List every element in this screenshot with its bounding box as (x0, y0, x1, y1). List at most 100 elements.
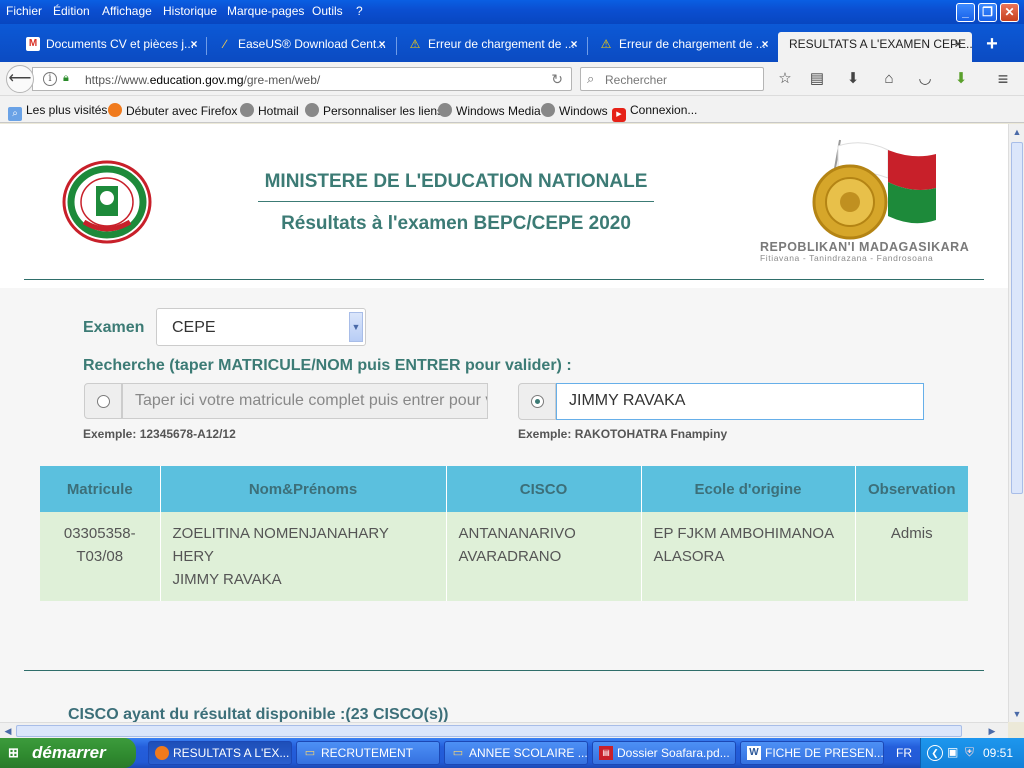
info-icon[interactable]: i (43, 72, 57, 86)
menu-edition[interactable]: Édition (53, 4, 90, 18)
folder-icon: ▭ (452, 747, 464, 759)
downloader-icon[interactable]: ⬇ (952, 70, 970, 88)
menu-historique[interactable]: Historique (163, 4, 217, 18)
name-radio-wrapper[interactable] (518, 383, 556, 420)
tab-label: Documents CV et pièces j... (46, 37, 195, 51)
scroll-right-icon[interactable]: ▶ (984, 723, 1000, 739)
vertical-scroll-thumb[interactable] (1011, 142, 1023, 494)
scroll-up-icon[interactable]: ▲ (1009, 124, 1024, 140)
gmail-icon: M (26, 37, 40, 51)
exam-select[interactable]: CEPE ▼ (156, 308, 366, 346)
close-tab-icon[interactable]: × (757, 32, 773, 56)
taskbar-label: RESULTATS A L'EX... (173, 746, 290, 760)
bookmark-connexion[interactable]: ▶ Connexion... (612, 103, 697, 122)
tab-easeus[interactable]: ∕ EaseUS® Download Cent... × (208, 32, 390, 62)
tab-erreur-2[interactable]: ⚠ Erreur de chargement de ... × (589, 32, 773, 62)
folder-icon: ▭ (304, 747, 316, 759)
security-shield-icon[interactable]: ⛨ (965, 745, 974, 760)
easeus-icon: ∕ (223, 37, 226, 51)
tab-strip: M Documents CV et pièces j... × ∕ EaseUS… (0, 24, 1024, 62)
taskbar-item-pdf[interactable]: ▤ Dossier Soafara.pd... (592, 741, 736, 765)
reading-list-icon[interactable]: ▤ (808, 70, 826, 88)
bookmark-star-icon[interactable]: ☆ (776, 70, 794, 88)
name-input[interactable]: JIMMY RAVAKA (556, 383, 924, 420)
tab-resultats[interactable]: RESULTATS A L'EXAMEN CEPE... × (778, 32, 972, 62)
name-radio[interactable] (531, 395, 544, 408)
exam-label: Examen (83, 319, 145, 336)
cell-nom: ZOELITINA NOMENJANAHARY HERY JIMMY RAVAKA (160, 512, 447, 601)
search-placeholder: Rechercher (605, 73, 668, 87)
start-button[interactable]: ⊞ démarrer (0, 738, 136, 768)
home-icon[interactable]: ⌂ (880, 70, 898, 88)
minimize-button[interactable]: _ (956, 3, 975, 22)
vertical-scrollbar[interactable]: ▲ ▼ (1008, 124, 1024, 722)
scroll-down-icon[interactable]: ▼ (1009, 706, 1024, 722)
menu-outils[interactable]: Outils (312, 4, 343, 18)
url-text: https://www.education.gov.mg/gre-men/web… (85, 73, 321, 87)
taskbar-item-annee-scolaire[interactable]: ▭ ANNEE SCOLAIRE ... (444, 741, 588, 765)
tab-label: Erreur de chargement de ... (428, 37, 575, 51)
menu-affichage[interactable]: Affichage (102, 4, 152, 18)
clock-text[interactable]: 09:51 (983, 746, 1013, 760)
taskbar-item-firefox[interactable]: RESULTATS A L'EX... (148, 741, 292, 765)
reload-icon[interactable]: ↻ (551, 71, 563, 88)
bookmark-label: Windows Media (456, 104, 541, 118)
close-window-button[interactable]: ✕ (1000, 3, 1019, 22)
horizontal-scrollbar[interactable]: ◀ ▶ (0, 722, 1008, 738)
republic-motto: Fitiavana - Tanindrazana - Fandrosoana (760, 253, 934, 263)
download-icon[interactable]: ⬇ (844, 70, 862, 88)
column-header-cisco: CISCO (446, 466, 642, 512)
title-divider (258, 201, 654, 202)
url-bar[interactable]: i 🔒︎ https://www.education.gov.mg/gre-me… (32, 67, 572, 91)
cell-cisco: ANTANANARIVO AVARADRANO (446, 512, 642, 601)
new-tab-icon[interactable]: + (982, 34, 1002, 54)
youtube-icon: ▶ (612, 108, 626, 122)
matricule-radio[interactable] (97, 395, 110, 408)
column-header-ecole: Ecole d'origine (641, 466, 856, 512)
bookmark-most-visited[interactable]: ⌕ Les plus visités (8, 103, 107, 121)
bookmark-windows-media[interactable]: Windows Media (438, 103, 541, 118)
horizontal-scroll-thumb[interactable] (16, 725, 962, 737)
pdf-icon: ▤ (599, 746, 613, 760)
menu-fichier[interactable]: Fichier (6, 4, 42, 18)
exam-title: Résultats à l'examen BEPC/CEPE 2020 (281, 213, 631, 234)
madagascar-flag-emblem (812, 139, 936, 240)
bookmark-windows[interactable]: Windows (541, 103, 608, 118)
search-bar[interactable]: ⌕ Rechercher (580, 67, 764, 91)
bookmark-hotmail[interactable]: Hotmail (240, 103, 299, 118)
bookmark-personnaliser[interactable]: Personnaliser les liens (305, 103, 443, 118)
scroll-left-icon[interactable]: ◀ (0, 723, 16, 739)
matricule-radio-wrapper[interactable] (84, 383, 122, 419)
hamburger-menu-icon[interactable]: ≡ (994, 70, 1012, 88)
back-button[interactable]: ⟵ (6, 65, 34, 93)
bookmark-label: Les plus visités (26, 103, 108, 117)
matricule-input[interactable]: Taper ici votre matricule complet puis e… (122, 383, 488, 419)
taskbar-item-recrutement[interactable]: ▭ RECRUTEMENT (296, 741, 440, 765)
language-indicator[interactable]: FR (896, 746, 912, 760)
close-tab-icon[interactable]: × (374, 32, 390, 56)
web-page: MINISTERE DE L'EDUCATION NATIONALE Résul… (0, 124, 1008, 722)
network-icon[interactable]: ▣ (947, 745, 958, 759)
firefox-icon (155, 746, 169, 760)
restore-button[interactable]: ❐ (978, 3, 997, 22)
tray-expand-icon[interactable]: ❮ (927, 745, 943, 761)
warning-icon: ⚠ (409, 37, 421, 51)
table-header-row: Matricule Nom&Prénoms CISCO Ecole d'orig… (40, 466, 968, 512)
tab-documents-cv[interactable]: M Documents CV et pièces j... × (16, 32, 202, 62)
pocket-icon[interactable]: ◡ (916, 70, 934, 88)
taskbar-label: ANNEE SCOLAIRE ... (469, 746, 588, 760)
navigation-bar: i 🔒︎ https://www.education.gov.mg/gre-me… (0, 62, 1024, 96)
menu-marque-pages[interactable]: Marque-pages (227, 4, 304, 18)
column-header-matricule: Matricule (40, 466, 161, 512)
close-tab-icon[interactable]: × (950, 32, 966, 56)
bookmark-firefox[interactable]: Débuter avec Firefox (108, 103, 237, 118)
close-tab-icon[interactable]: × (186, 32, 202, 56)
menu-help[interactable]: ? (356, 4, 363, 18)
exam-select-value: CEPE (172, 319, 216, 336)
section-divider (24, 670, 984, 671)
tab-erreur-1[interactable]: ⚠ Erreur de chargement de ... × (398, 32, 582, 62)
close-tab-icon[interactable]: × (566, 32, 582, 56)
most-visited-icon: ⌕ (8, 107, 22, 121)
taskbar-item-word[interactable]: W FICHE DE PRESEN... (740, 741, 884, 765)
chevron-down-icon[interactable]: ▼ (349, 312, 363, 342)
